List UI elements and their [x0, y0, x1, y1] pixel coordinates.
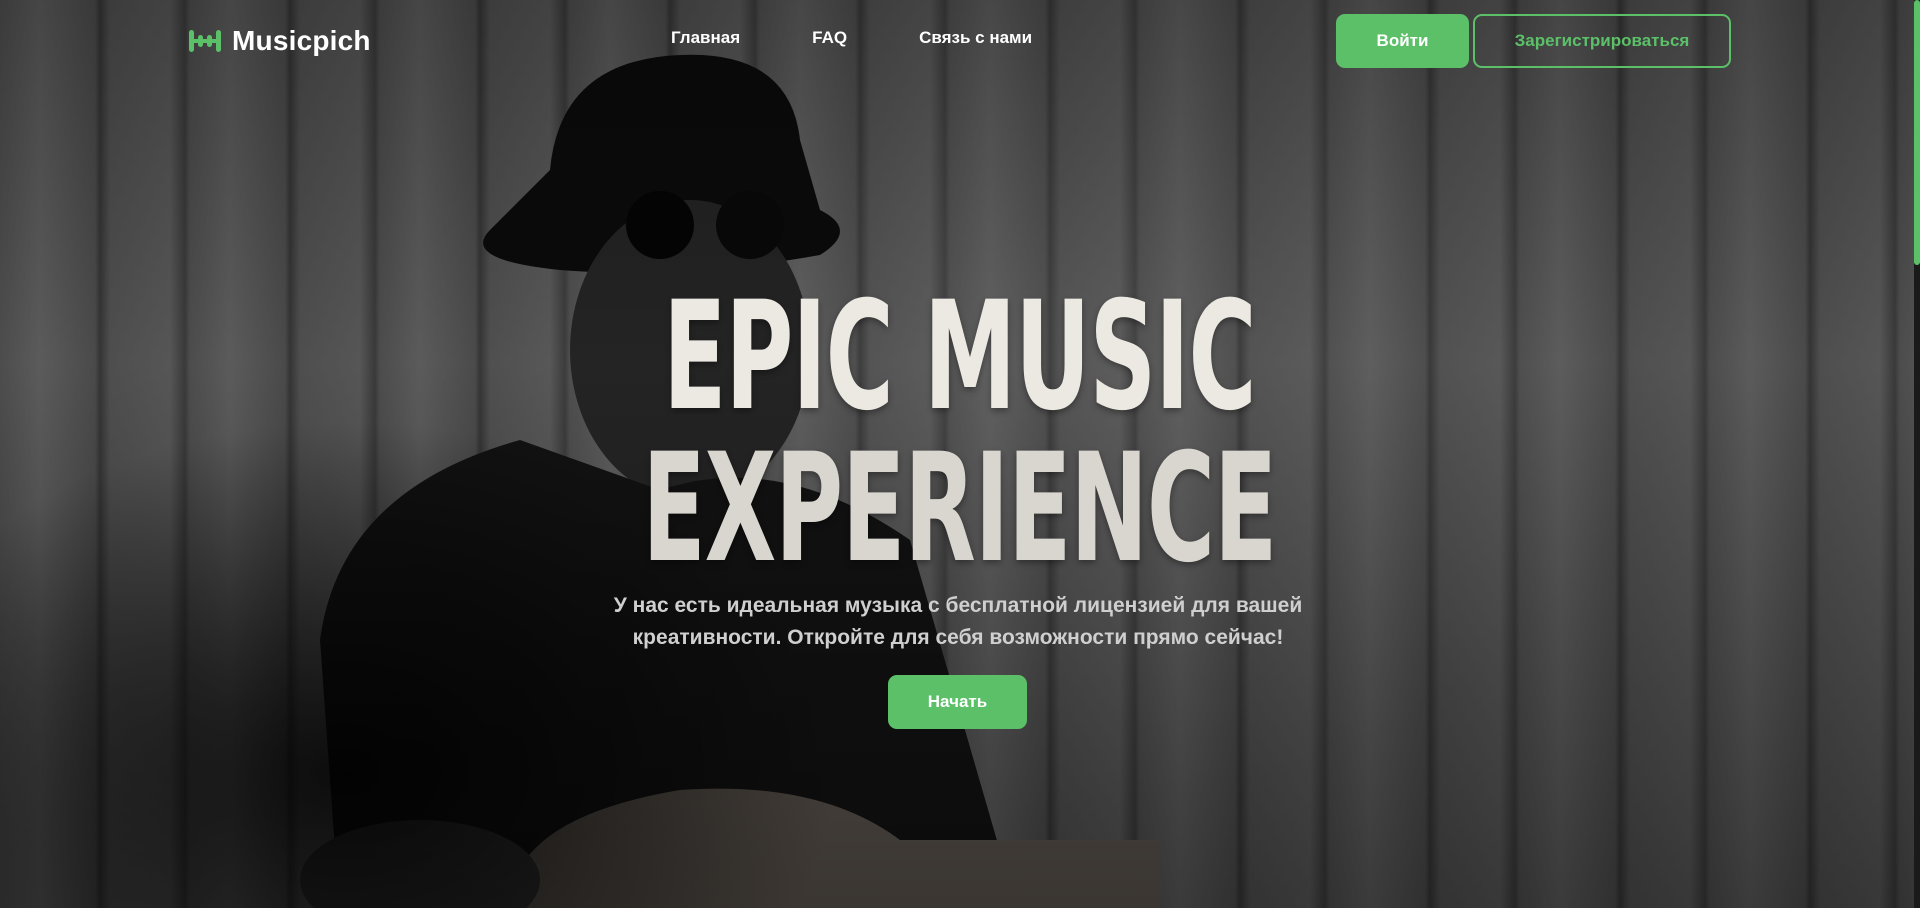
start-button[interactable]: Начать — [888, 675, 1027, 729]
nav-item-contact[interactable]: Связь с нами — [919, 28, 1032, 48]
hero-subtitle-line2: креативности. Откройте для себя возможно… — [632, 626, 1284, 649]
equalizer-logo-icon — [189, 30, 221, 52]
hero-title-line2: EXPERIENCE — [642, 422, 1277, 596]
nav-item-faq[interactable]: FAQ — [812, 28, 847, 48]
main-nav: Главная FAQ Связь с нами — [671, 28, 1032, 48]
hero-subtitle: У нас есть идеальная музыка с бесплатной… — [560, 590, 1356, 654]
site-header: Musicpich Главная FAQ Связь с нами Войти… — [0, 0, 1920, 82]
brand-logo[interactable]: Musicpich — [188, 24, 371, 58]
login-button[interactable]: Войти — [1336, 14, 1469, 68]
scrollbar-track[interactable] — [1914, 0, 1920, 908]
hero-title-line1: EPIC MUSIC — [663, 270, 1257, 444]
brand-name: Musicpich — [232, 25, 371, 56]
hero-subtitle-line1: У нас есть идеальная музыка с бесплатной… — [613, 594, 1303, 617]
nav-item-home[interactable]: Главная — [671, 28, 740, 48]
register-button[interactable]: Зарегистрироваться — [1473, 14, 1731, 68]
